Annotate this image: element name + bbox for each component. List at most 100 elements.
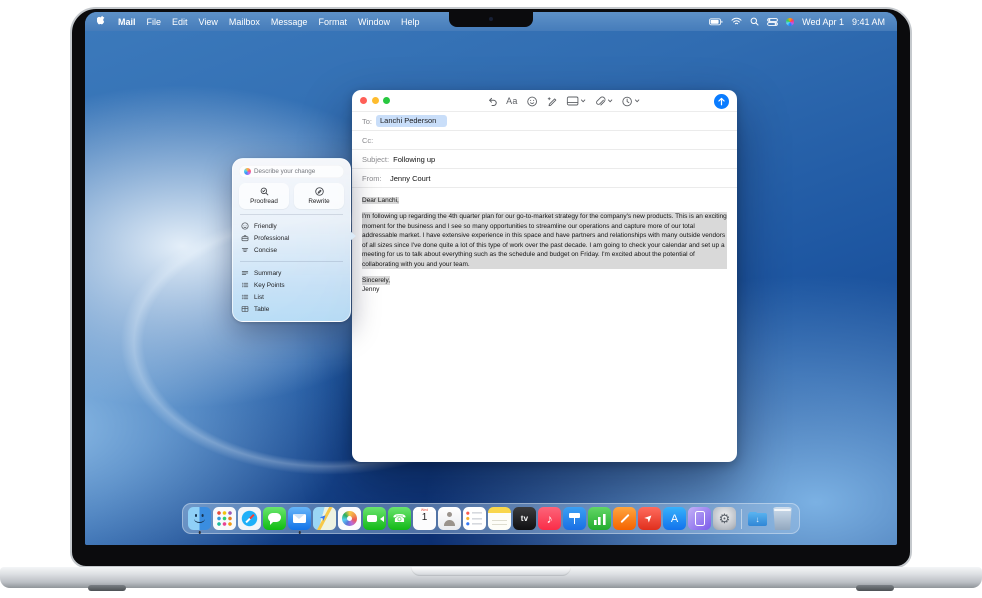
menu-edit[interactable]: Edit bbox=[172, 17, 188, 27]
body-paragraph: I'm following up regarding the 4th quart… bbox=[362, 212, 727, 269]
menu-message[interactable]: Message bbox=[271, 17, 308, 27]
dock-icon-system-settings[interactable] bbox=[713, 507, 736, 530]
dock-icon-messages[interactable] bbox=[263, 507, 286, 530]
dock-icon-photos[interactable] bbox=[338, 507, 361, 530]
dock-icon-music[interactable] bbox=[538, 507, 561, 530]
rubber-foot bbox=[88, 585, 126, 591]
menu-file[interactable]: File bbox=[147, 17, 162, 27]
apple-menu-icon[interactable] bbox=[97, 15, 107, 28]
proofread-magnifier-icon bbox=[260, 187, 269, 196]
screen: Mail File Edit View Mailbox Message Form… bbox=[85, 12, 897, 545]
menubar-time[interactable]: 9:41 AM bbox=[852, 17, 885, 27]
menu-item-key-points[interactable]: Key Points bbox=[239, 279, 344, 291]
writing-tools-icon[interactable] bbox=[547, 96, 558, 107]
zoom-button[interactable] bbox=[383, 97, 390, 104]
popover-arrow bbox=[350, 231, 356, 241]
compose-window: Aa bbox=[352, 90, 737, 462]
subject-label: Subject: bbox=[362, 155, 389, 164]
menu-item-concise[interactable]: Concise bbox=[239, 244, 344, 256]
body-closing: Sincerely, bbox=[362, 276, 390, 285]
dock-icon-phone[interactable] bbox=[388, 507, 411, 530]
dock-icon-mail[interactable] bbox=[288, 507, 311, 530]
concise-label: Concise bbox=[254, 247, 277, 254]
send-button[interactable] bbox=[714, 94, 729, 109]
dock-icon-reminders[interactable] bbox=[463, 507, 486, 530]
describe-change-input[interactable] bbox=[254, 168, 339, 175]
emoji-icon[interactable] bbox=[527, 96, 538, 107]
professional-label: Professional bbox=[254, 235, 289, 242]
menu-mailbox[interactable]: Mailbox bbox=[229, 17, 260, 27]
attach-icon[interactable] bbox=[595, 96, 613, 107]
recipient-name: Lanchi Pederson bbox=[380, 116, 436, 125]
media-browser-icon[interactable] bbox=[567, 96, 586, 106]
wifi-icon[interactable] bbox=[731, 17, 742, 26]
battery-icon[interactable] bbox=[709, 18, 723, 26]
tv-label: tv bbox=[521, 514, 529, 523]
calendar-weekday: Wed bbox=[413, 508, 436, 512]
format-icon[interactable]: Aa bbox=[506, 96, 518, 106]
menu-mail[interactable]: Mail bbox=[118, 17, 136, 27]
control-center-icon[interactable] bbox=[767, 18, 778, 26]
minimize-button[interactable] bbox=[372, 97, 379, 104]
summary-label: Summary bbox=[254, 270, 281, 277]
dock-divider bbox=[741, 509, 742, 529]
menu-help[interactable]: Help bbox=[401, 17, 420, 27]
proofread-label: Proofread bbox=[250, 198, 278, 205]
close-button[interactable] bbox=[360, 97, 367, 104]
dock-icon-iphone-mirroring[interactable] bbox=[688, 507, 711, 530]
subject-value: Following up bbox=[393, 155, 435, 164]
dock-icon-downloads[interactable] bbox=[746, 507, 769, 530]
menu-window[interactable]: Window bbox=[358, 17, 390, 27]
list-icon bbox=[241, 293, 249, 301]
rewrite-pencil-icon bbox=[315, 187, 324, 196]
dock-icon-safari[interactable] bbox=[238, 507, 261, 530]
send-later-icon[interactable] bbox=[622, 96, 640, 107]
cc-label: Cc: bbox=[362, 136, 373, 145]
table-icon bbox=[241, 305, 249, 313]
menubar-date[interactable]: Wed Apr 1 bbox=[802, 17, 844, 27]
from-field[interactable]: From: Jenny Court bbox=[352, 169, 737, 188]
key-points-label: Key Points bbox=[254, 282, 285, 289]
menu-item-summary[interactable]: Summary bbox=[239, 267, 344, 279]
dock-icon-rocket[interactable] bbox=[638, 507, 661, 530]
calendar-day: 1 bbox=[413, 512, 436, 523]
dock-icon-pages[interactable] bbox=[613, 507, 636, 530]
dock-icon-maps[interactable] bbox=[313, 507, 336, 530]
dock-icon-launchpad[interactable] bbox=[213, 507, 236, 530]
message-body[interactable]: Dear Lanchi, I'm following up regarding … bbox=[352, 188, 737, 303]
menu-item-professional[interactable]: Professional bbox=[239, 232, 344, 244]
compose-titlebar: Aa bbox=[352, 90, 737, 112]
recipient-token[interactable]: Lanchi Pederson bbox=[376, 115, 447, 127]
rewrite-label: Rewrite bbox=[308, 198, 329, 205]
to-field[interactable]: To: Lanchi Pederson bbox=[352, 112, 737, 131]
dock-icon-keynote[interactable] bbox=[563, 507, 586, 530]
divider bbox=[240, 214, 343, 215]
dock-icon-tv[interactable]: tv bbox=[513, 507, 536, 530]
describe-change-field[interactable] bbox=[239, 165, 344, 178]
rewrite-button[interactable]: Rewrite bbox=[294, 183, 344, 209]
dock-icon-finder[interactable] bbox=[188, 507, 211, 530]
writing-tools-popover: Proofread Rewrite Friendly Professional … bbox=[232, 158, 351, 322]
to-label: To: bbox=[362, 117, 372, 126]
undo-icon[interactable] bbox=[486, 96, 497, 107]
body-greeting: Dear Lanchi, bbox=[362, 197, 399, 204]
dock-icon-notes[interactable] bbox=[488, 507, 511, 530]
cc-field[interactable]: Cc: bbox=[352, 131, 737, 150]
spotlight-search-icon[interactable] bbox=[750, 17, 759, 26]
from-value: Jenny Court bbox=[390, 174, 430, 183]
menu-view[interactable]: View bbox=[199, 17, 218, 27]
menu-format[interactable]: Format bbox=[318, 17, 347, 27]
menu-item-friendly[interactable]: Friendly bbox=[239, 220, 344, 232]
menu-item-list[interactable]: List bbox=[239, 291, 344, 303]
dock-icon-facetime[interactable] bbox=[363, 507, 386, 530]
subject-field[interactable]: Subject: Following up bbox=[352, 150, 737, 169]
dock-icon-numbers[interactable] bbox=[588, 507, 611, 530]
friendly-label: Friendly bbox=[254, 223, 277, 230]
dock-icon-contacts[interactable] bbox=[438, 507, 461, 530]
menu-item-table[interactable]: Table bbox=[239, 303, 344, 315]
dock-icon-calendar[interactable]: Wed 1 bbox=[413, 507, 436, 530]
dock-icon-trash[interactable] bbox=[771, 507, 794, 530]
siri-icon[interactable] bbox=[786, 18, 794, 26]
proofread-button[interactable]: Proofread bbox=[239, 183, 289, 209]
dock-icon-app-store[interactable] bbox=[663, 507, 686, 530]
